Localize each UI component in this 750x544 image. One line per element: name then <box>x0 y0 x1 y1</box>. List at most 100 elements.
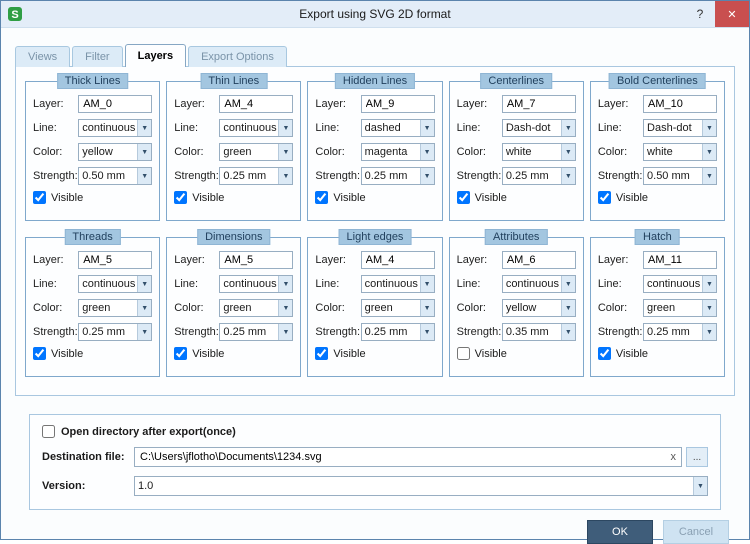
chevron-down-icon[interactable]: ▼ <box>278 144 292 160</box>
strength-dropdown[interactable]: 0.25 mm▼ <box>219 167 293 185</box>
strength-dropdown[interactable]: 0.50 mm▼ <box>643 167 717 185</box>
strength-dropdown[interactable]: 0.35 mm▼ <box>502 323 576 341</box>
chevron-down-icon[interactable]: ▼ <box>702 300 716 316</box>
layer-input[interactable] <box>219 95 293 113</box>
visible-checkbox[interactable] <box>315 191 328 204</box>
line-type-dropdown[interactable]: continuous▼ <box>361 275 435 293</box>
strength-dropdown[interactable]: 0.25 mm▼ <box>78 323 152 341</box>
line-type-dropdown[interactable]: continuous▼ <box>78 119 152 137</box>
help-button[interactable]: ? <box>685 1 715 27</box>
visible-checkbox[interactable] <box>174 347 187 360</box>
tab-filter[interactable]: Filter <box>72 46 122 67</box>
chevron-down-icon[interactable]: ▼ <box>278 276 292 292</box>
layer-input[interactable] <box>643 95 717 113</box>
visible-checkbox[interactable] <box>315 347 328 360</box>
visible-checkbox[interactable] <box>174 191 187 204</box>
destination-file-input[interactable] <box>134 447 682 467</box>
open-directory-checkbox[interactable] <box>42 425 55 438</box>
line-type-dropdown[interactable]: continuous▼ <box>643 275 717 293</box>
chevron-down-icon[interactable]: ▼ <box>702 120 716 136</box>
clear-field-icon[interactable]: x <box>671 451 677 463</box>
line-type-dropdown[interactable]: Dash-dot▼ <box>502 119 576 137</box>
chevron-down-icon[interactable]: ▼ <box>420 324 434 340</box>
chevron-down-icon[interactable]: ▼ <box>278 300 292 316</box>
chevron-down-icon[interactable]: ▼ <box>561 300 575 316</box>
color-dropdown[interactable]: yellow▼ <box>78 143 152 161</box>
visible-row[interactable]: Visible <box>174 191 293 204</box>
chevron-down-icon[interactable]: ▼ <box>278 324 292 340</box>
chevron-down-icon[interactable]: ▼ <box>420 144 434 160</box>
chevron-down-icon[interactable]: ▼ <box>278 120 292 136</box>
chevron-down-icon[interactable]: ▼ <box>137 120 151 136</box>
open-directory-row[interactable]: Open directory after export(once) <box>42 425 708 438</box>
chevron-down-icon[interactable]: ▼ <box>137 144 151 160</box>
layer-input[interactable] <box>502 95 576 113</box>
strength-dropdown[interactable]: 0.25 mm▼ <box>361 323 435 341</box>
chevron-down-icon[interactable]: ▼ <box>702 144 716 160</box>
color-dropdown[interactable]: white▼ <box>643 143 717 161</box>
strength-dropdown[interactable]: 0.50 mm▼ <box>78 167 152 185</box>
chevron-down-icon[interactable]: ▼ <box>702 324 716 340</box>
chevron-down-icon[interactable]: ▼ <box>693 477 707 495</box>
color-dropdown[interactable]: green▼ <box>361 299 435 317</box>
layer-input[interactable] <box>78 95 152 113</box>
visible-row[interactable]: Visible <box>598 191 717 204</box>
chevron-down-icon[interactable]: ▼ <box>561 120 575 136</box>
visible-row[interactable]: Visible <box>315 191 434 204</box>
close-button[interactable]: ✕ <box>715 1 749 27</box>
strength-dropdown[interactable]: 0.25 mm▼ <box>361 167 435 185</box>
color-dropdown[interactable]: green▼ <box>78 299 152 317</box>
ok-button[interactable]: OK <box>587 520 653 544</box>
visible-checkbox[interactable] <box>598 347 611 360</box>
chevron-down-icon[interactable]: ▼ <box>420 168 434 184</box>
layer-input[interactable] <box>219 251 293 269</box>
chevron-down-icon[interactable]: ▼ <box>278 168 292 184</box>
visible-row[interactable]: Visible <box>457 347 576 360</box>
visible-row[interactable]: Visible <box>457 191 576 204</box>
visible-checkbox[interactable] <box>33 347 46 360</box>
visible-row[interactable]: Visible <box>174 347 293 360</box>
color-dropdown[interactable]: green▼ <box>219 299 293 317</box>
browse-button[interactable]: ... <box>686 447 708 467</box>
visible-row[interactable]: Visible <box>33 191 152 204</box>
color-dropdown[interactable]: green▼ <box>219 143 293 161</box>
line-type-dropdown[interactable]: continuous▼ <box>219 275 293 293</box>
chevron-down-icon[interactable]: ▼ <box>420 276 434 292</box>
line-type-dropdown[interactable]: Dash-dot▼ <box>643 119 717 137</box>
strength-dropdown[interactable]: 0.25 mm▼ <box>502 167 576 185</box>
color-dropdown[interactable]: green▼ <box>643 299 717 317</box>
color-dropdown[interactable]: yellow▼ <box>502 299 576 317</box>
color-dropdown[interactable]: magenta▼ <box>361 143 435 161</box>
layer-input[interactable] <box>78 251 152 269</box>
layer-input[interactable] <box>502 251 576 269</box>
line-type-dropdown[interactable]: continuous▼ <box>219 119 293 137</box>
color-dropdown[interactable]: white▼ <box>502 143 576 161</box>
chevron-down-icon[interactable]: ▼ <box>420 120 434 136</box>
tab-views[interactable]: Views <box>15 46 70 67</box>
layer-input[interactable] <box>361 251 435 269</box>
version-dropdown[interactable]: 1.0 ▼ <box>134 476 708 496</box>
visible-row[interactable]: Visible <box>33 347 152 360</box>
strength-dropdown[interactable]: 0.25 mm▼ <box>219 323 293 341</box>
line-type-dropdown[interactable]: continuous▼ <box>502 275 576 293</box>
chevron-down-icon[interactable]: ▼ <box>137 324 151 340</box>
line-type-dropdown[interactable]: dashed▼ <box>361 119 435 137</box>
chevron-down-icon[interactable]: ▼ <box>561 144 575 160</box>
chevron-down-icon[interactable]: ▼ <box>702 168 716 184</box>
chevron-down-icon[interactable]: ▼ <box>561 324 575 340</box>
line-type-dropdown[interactable]: continuous▼ <box>78 275 152 293</box>
visible-row[interactable]: Visible <box>598 347 717 360</box>
visible-checkbox[interactable] <box>598 191 611 204</box>
tab-export-options[interactable]: Export Options <box>188 46 287 67</box>
chevron-down-icon[interactable]: ▼ <box>137 168 151 184</box>
chevron-down-icon[interactable]: ▼ <box>561 168 575 184</box>
tab-layers[interactable]: Layers <box>125 44 186 67</box>
cancel-button[interactable]: Cancel <box>663 520 729 544</box>
chevron-down-icon[interactable]: ▼ <box>702 276 716 292</box>
layer-input[interactable] <box>643 251 717 269</box>
strength-dropdown[interactable]: 0.25 mm▼ <box>643 323 717 341</box>
visible-checkbox[interactable] <box>457 347 470 360</box>
visible-row[interactable]: Visible <box>315 347 434 360</box>
visible-checkbox[interactable] <box>33 191 46 204</box>
visible-checkbox[interactable] <box>457 191 470 204</box>
